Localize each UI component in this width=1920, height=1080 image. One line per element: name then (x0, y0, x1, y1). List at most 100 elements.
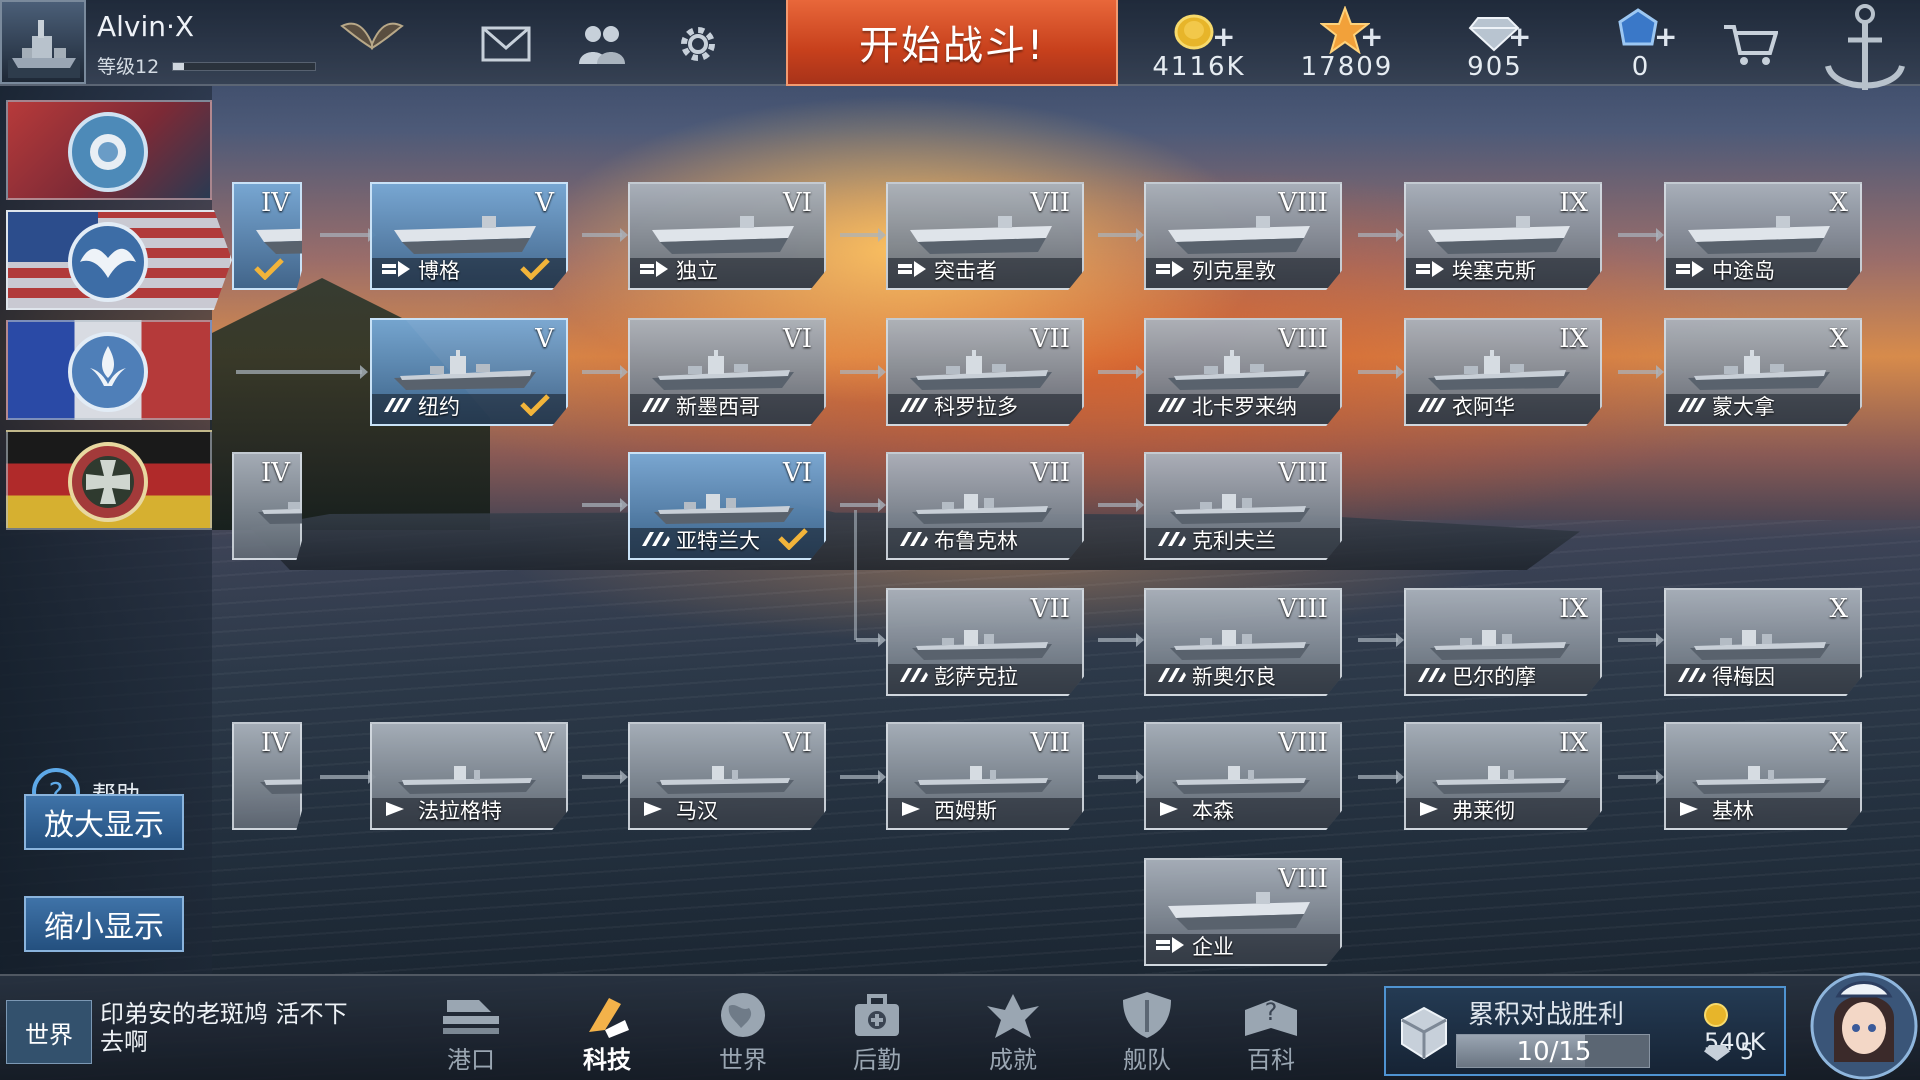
ship-node-cruiser[interactable]: VII 布鲁克林 (886, 452, 1084, 560)
mail-icon[interactable] (478, 18, 534, 70)
ship-name: 独立 (676, 259, 718, 283)
diamond-resource[interactable]: + 905 (1430, 4, 1560, 84)
nation-tab-france[interactable] (6, 320, 212, 420)
ship-node-carrier[interactable]: IX 埃塞克斯 (1404, 182, 1602, 290)
nav-logistics[interactable]: 后勤 (822, 990, 932, 1080)
nav-achievement[interactable]: 成就 (958, 990, 1068, 1080)
nav-harbor-label: 港口 (447, 1046, 495, 1074)
nation-tab-usa[interactable] (6, 210, 232, 310)
friends-icon[interactable] (574, 18, 630, 70)
cruiser-type-icon (898, 666, 928, 688)
ship-node-destroyer[interactable]: VII 西姆斯 (886, 722, 1084, 830)
nav-tech[interactable]: 科技 (552, 990, 662, 1080)
tree-arrow (1098, 228, 1144, 242)
ship-name: 克利夫兰 (1192, 529, 1276, 553)
ship-name: 企业 (1192, 935, 1234, 959)
cruiser-type-icon (1416, 666, 1446, 688)
nav-tech-label: 科技 (583, 1046, 631, 1074)
ship-node-carrier[interactable]: VI 独立 (628, 182, 826, 290)
ship-node-cruiser[interactable]: IX 巴尔的摩 (1404, 588, 1602, 696)
zoom-in-button[interactable]: 放大显示 (24, 794, 184, 850)
carrier-type-icon (382, 260, 412, 282)
ship-node-cruiser[interactable]: X 得梅因 (1664, 588, 1862, 696)
zoom-out-button[interactable]: 缩小显示 (24, 896, 184, 952)
anchor-icon[interactable] (1820, 0, 1910, 110)
nav-fleet-label: 舰队 (1123, 1046, 1171, 1074)
diamond-value: 905 (1467, 52, 1523, 82)
battleship-type-icon (1416, 396, 1446, 418)
ship-name: 新奥尔良 (1192, 665, 1276, 689)
ship-name: 突击者 (934, 259, 997, 283)
ship-tier: VII (1030, 594, 1070, 624)
ship-tier: IX (1559, 324, 1588, 354)
nation-tab-germany[interactable] (6, 430, 212, 530)
battleship-type-icon (1156, 396, 1186, 418)
ship-node-carrier[interactable]: VIII 列克星敦 (1144, 182, 1342, 290)
ship-node-carrier[interactable]: VIII 企业 (1144, 858, 1342, 966)
shop-cart-icon[interactable] (1722, 18, 1778, 70)
ship-node-destroyer[interactable]: VI 马汉 (628, 722, 826, 830)
gold-resource[interactable]: + 4116K (1134, 4, 1264, 84)
ship-node-destroyer[interactable]: X 基林 (1664, 722, 1862, 830)
ship-node-battleship[interactable]: VIII 北卡罗来纳 (1144, 318, 1342, 426)
ship-node-cruiser[interactable]: VI 亚特兰大 (628, 452, 826, 560)
logistics-icon (855, 994, 899, 1036)
ship-node-battleship[interactable]: V 纽约 (370, 318, 568, 426)
advisor-avatar[interactable] (1808, 966, 1920, 1080)
tree-arrow (1098, 365, 1144, 379)
carrier-type-icon (1156, 936, 1186, 958)
ship-node-battleship[interactable]: VI 新墨西哥 (628, 318, 826, 426)
ship-node-battleship[interactable]: X 蒙大拿 (1664, 318, 1862, 426)
chat-message[interactable]: 印弟安的老斑鸠 活不下去啊 (100, 1000, 360, 1056)
nav-fleet[interactable]: 舰队 (1092, 990, 1202, 1080)
ship-tier: IV (260, 728, 290, 758)
ship-node-destroyer[interactable]: IX 弗莱彻 (1404, 722, 1602, 830)
ship-node-cruiser[interactable]: VIII 克利夫兰 (1144, 452, 1342, 560)
ship-node-tier4-cruiser[interactable]: IV (232, 452, 302, 560)
add-gold-icon: + (1212, 20, 1236, 53)
victory-title: 累积对战胜利 (1468, 1000, 1625, 1030)
player-avatar[interactable] (0, 0, 86, 84)
ship-name: 纽约 (418, 395, 460, 419)
cumulative-victory-panel[interactable]: 累积对战胜利 10/15 540K 5 (1384, 986, 1786, 1076)
star-resource[interactable]: + 17809 (1282, 4, 1412, 84)
ship-node-carrier[interactable]: VII 突击者 (886, 182, 1084, 290)
ship-tier: X (1829, 728, 1848, 758)
destroyer-type-icon (640, 800, 670, 822)
ship-node-cruiser[interactable]: VII 彭萨克拉 (886, 588, 1084, 696)
blue-gem-resource[interactable]: + 0 (1576, 4, 1706, 84)
svg-text:?: ? (1265, 998, 1278, 1026)
chat-channel-tag[interactable]: 世界 (6, 1000, 92, 1064)
ship-node-battleship[interactable]: VII 科罗拉多 (886, 318, 1084, 426)
nav-harbor[interactable]: 港口 (416, 990, 526, 1080)
add-star-icon: + (1360, 20, 1384, 53)
add-diamond-icon: + (1508, 20, 1532, 53)
start-battle-button[interactable]: 开始战斗! (786, 0, 1118, 86)
gold-value: 4116K (1152, 52, 1246, 82)
nav-world[interactable]: 世界 (688, 990, 798, 1080)
ship-tier: IX (1559, 594, 1588, 624)
victory-gem-value: 5 (1740, 1040, 1754, 1065)
ship-node-cruiser[interactable]: VIII 新奥尔良 (1144, 588, 1342, 696)
top-bar: Alvin·X 等级12 开始战斗! + 4116K + 17809 + 905… (0, 0, 1920, 90)
rank-wings-icon[interactable] (340, 14, 404, 58)
ship-node-destroyer[interactable]: VIII 本森 (1144, 722, 1342, 830)
ship-tier: VI (782, 458, 812, 488)
nav-encyclopedia[interactable]: ? 百科 (1216, 990, 1326, 1080)
nav-logistics-label: 后勤 (853, 1046, 901, 1074)
settings-gear-icon[interactable] (670, 18, 726, 70)
ship-tier: IX (1559, 728, 1588, 758)
nation-tab-japan[interactable] (6, 100, 212, 200)
ship-tier: VI (782, 324, 812, 354)
ship-node-tier4-carrier[interactable]: IV (232, 182, 302, 290)
ship-node-carrier[interactable]: V 博格 (370, 182, 568, 290)
player-name: Alvin·X (97, 10, 195, 43)
harbor-icon (443, 1000, 499, 1034)
cruiser-type-icon (640, 530, 670, 552)
destroyer-type-icon (1676, 800, 1706, 822)
ship-node-destroyer[interactable]: V 法拉格特 (370, 722, 568, 830)
ship-node-tier4-destroyer[interactable]: IV (232, 722, 302, 830)
ship-node-carrier[interactable]: X 中途岛 (1664, 182, 1862, 290)
battleship-type-icon (1676, 396, 1706, 418)
ship-node-battleship[interactable]: IX 衣阿华 (1404, 318, 1602, 426)
